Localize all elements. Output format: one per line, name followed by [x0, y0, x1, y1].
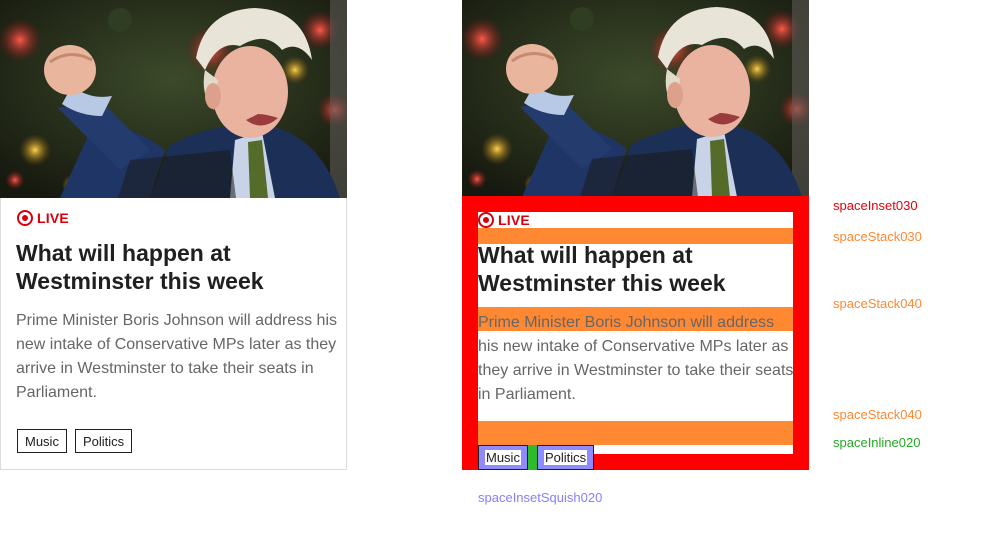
anno-space-stack-headline: spaceStack040 — [833, 296, 922, 311]
live-label: LIVE — [37, 210, 69, 226]
live-label: LIVE — [498, 212, 530, 228]
tag-music: Music — [478, 445, 528, 470]
anno-space-inset: spaceInset030 — [833, 198, 918, 213]
anno-space-inset-squish: spaceInsetSquish020 — [478, 490, 603, 505]
anno-space-inline: spaceInline020 — [833, 435, 921, 450]
live-dot-icon — [478, 212, 494, 228]
live-indicator: LIVE — [17, 210, 69, 226]
card-body: LIVE What will happen at Westminster thi… — [0, 198, 347, 470]
story-summary: Prime Minister Boris Johnson will addres… — [16, 312, 337, 401]
tag-politics: Politics — [536, 445, 595, 470]
anno-space-stack-live: spaceStack030 — [833, 229, 922, 244]
story-card[interactable]: LIVE What will happen at Westminster thi… — [0, 0, 347, 470]
story-photo — [0, 0, 347, 198]
live-dot-icon — [17, 210, 33, 226]
card-content: LIVE What will happen at Westminster thi… — [478, 212, 794, 470]
anno-space-stack-summary: spaceStack040 — [833, 407, 922, 422]
stack-spacing-summary — [478, 421, 793, 445]
tag-list: Music Politics — [478, 445, 595, 470]
story-photo — [462, 0, 809, 196]
tag-music[interactable]: Music — [17, 429, 67, 453]
tag-list: Music Politics — [17, 429, 133, 453]
tag-politics-label: Politics — [543, 450, 588, 465]
story-headline: What will happen at Westminster this wee… — [478, 242, 726, 296]
tag-politics[interactable]: Politics — [74, 429, 133, 453]
inline-spacing — [527, 445, 537, 470]
story-summary: Prime Minister Boris Johnson will addres… — [478, 314, 794, 403]
tag-music-label: Music — [485, 450, 521, 465]
live-indicator: LIVE — [478, 212, 530, 228]
story-headline[interactable]: What will happen at Westminster this wee… — [16, 239, 336, 295]
inset-spacing-frame: LIVE What will happen at Westminster thi… — [462, 196, 809, 470]
story-card-annotated: LIVE What will happen at Westminster thi… — [462, 0, 809, 470]
